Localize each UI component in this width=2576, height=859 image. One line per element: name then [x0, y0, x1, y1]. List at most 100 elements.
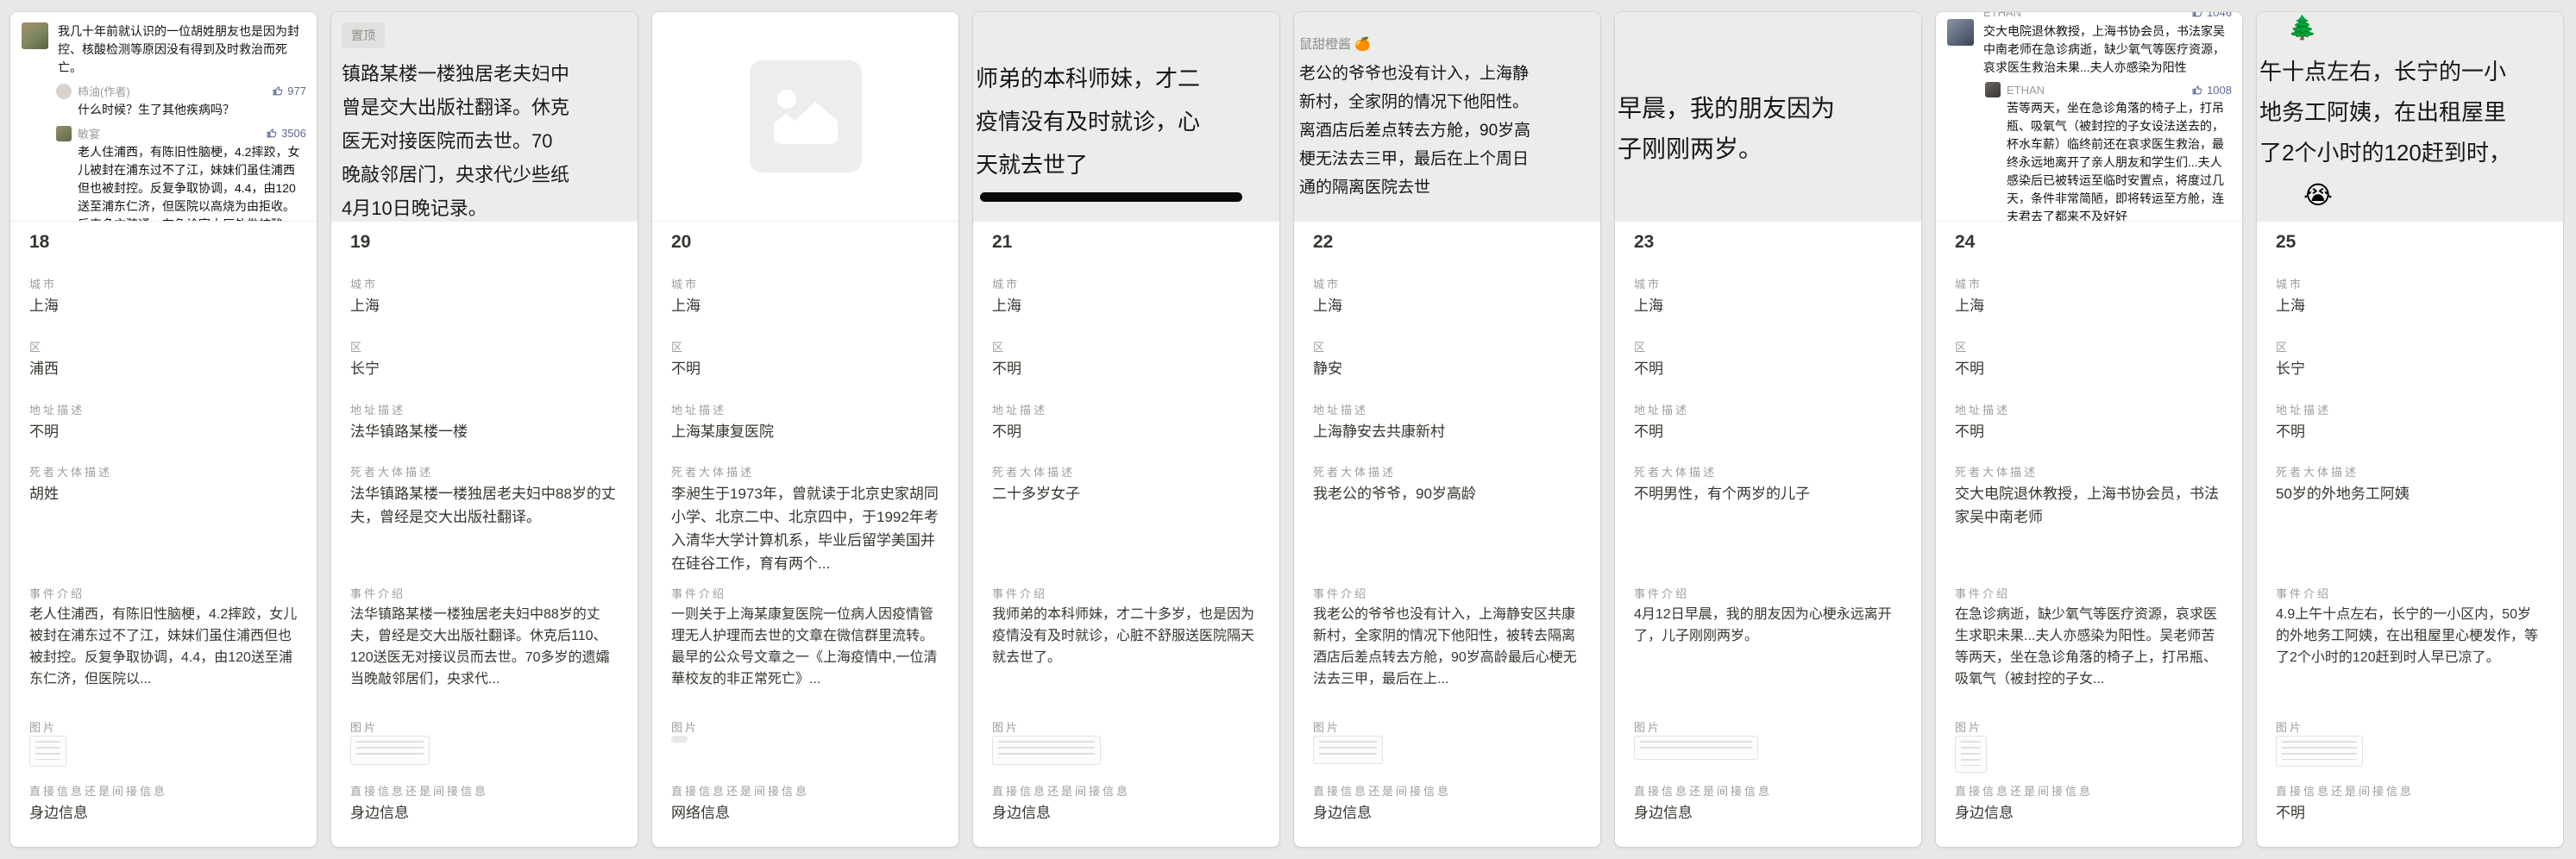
card-cover-screenshot: 早晨，我的朋友因为 子刚刚两岁。 — [1615, 12, 1921, 222]
property-value-event: 我老公的爷爷也没有计入，上海静安区共康新村，全家阴的情况下他阳性，被转去隔离酒店… — [1313, 604, 1581, 690]
property-label-deceased: 死者大体描述 — [29, 463, 298, 480]
card-body: 23 城市 上海 区 不明 地址描述 不明 死者大体描述 不明男性，有个两岁的儿… — [1615, 222, 1921, 845]
property-label-direct: 直接信息还是间接信息 — [350, 782, 619, 799]
property-value-deceased: 不明男性，有个两岁的儿子 — [1634, 482, 1902, 505]
thumbs-up-icon — [267, 128, 278, 139]
gallery-card-18[interactable]: 我几十年前就认识的一位胡姓朋友也是因为封控、核酸检测等原因没有得到及时救治而死亡… — [10, 12, 317, 847]
card-body: 21 城市 上海 区 不明 地址描述 不明 死者大体描述 二十多岁女子 事件介绍… — [973, 222, 1279, 845]
property-value-address: 上海静安去共康新村 — [1313, 420, 1581, 443]
gallery-card-20[interactable]: 20 城市 上海 区 不明 地址描述 上海某康复医院 死者大体描述 李昶生于19… — [652, 12, 958, 847]
property-value-address: 不明 — [992, 420, 1260, 443]
like-count: 3506 — [267, 127, 306, 140]
property-value-city: 上海 — [1634, 294, 1902, 317]
property-label-event: 事件介绍 — [1313, 585, 1581, 601]
property-value-city: 上海 — [992, 294, 1260, 317]
property-label-address: 地址描述 — [1955, 401, 2223, 417]
property-value-direct: 网络信息 — [671, 801, 939, 825]
property-label-event: 事件介绍 — [350, 585, 619, 601]
attachment-thumbnail — [1955, 736, 1987, 773]
gallery-card-21[interactable]: 师弟的本科师妹，才二 疫情没有及时就诊，心 天就去世了 21 城市 上海 区 不… — [973, 12, 1279, 847]
attachment-thumbnail — [1313, 736, 1383, 764]
card-cover-screenshot: ETHAN 1046 交大电院退休教授，上海书协会员，书法家吴中南老师在急诊病逝… — [1936, 12, 2242, 222]
property-label-city: 城市 — [1313, 275, 1581, 292]
card-cover-screenshot: 🌲 午十点左右，长宁的一小 地务工阿姨，在出租屋里 了2个小时的120赶到时， … — [2257, 12, 2563, 222]
card-cover-screenshot: 鼠甜橙酱 🍊 老公的爷爷也没有计入，上海静 新村，全家阴的情况下他阳性。 离酒店… — [1294, 12, 1600, 222]
card-body: 20 城市 上海 区 不明 地址描述 上海某康复医院 死者大体描述 李昶生于19… — [652, 222, 958, 845]
property-value-deceased: 50岁的外地务工阿姨 — [2276, 482, 2544, 505]
property-label-image: 图片 — [350, 718, 619, 735]
thumbs-up-icon — [2192, 12, 2203, 18]
property-value-deceased: 二十多岁女子 — [992, 482, 1260, 505]
comment-text: 老人住浦西，有陈旧性脑梗，4.2摔跤，女儿被封在浦东过不了江，妹妹们虽住浦西但也… — [78, 143, 306, 222]
gallery-card-22[interactable]: 鼠甜橙酱 🍊 老公的爷爷也没有计入，上海静 新村，全家阴的情况下他阳性。 离酒店… — [1294, 12, 1600, 847]
property-value-address: 上海某康复医院 — [671, 420, 939, 443]
property-label-event: 事件介绍 — [1634, 585, 1902, 601]
comment-text: 苦等两天，坐在急诊角落的椅子上，打吊瓶、吸氧气（被封控的子女设法送去的，杯水车薪… — [2007, 99, 2232, 222]
property-value-district: 静安 — [1313, 357, 1581, 380]
property-value-address: 法华镇路某楼一楼 — [350, 420, 619, 443]
property-value-city: 上海 — [2276, 294, 2544, 317]
property-label-district: 区 — [1634, 338, 1902, 354]
gallery-card-19[interactable]: 置顶 镇路某楼一楼独居老夫妇中 曾是交大出版社翻译。休克 医无对接医院而去世。7… — [331, 12, 638, 847]
card-cover-placeholder — [652, 12, 958, 222]
property-label-direct: 直接信息还是间接信息 — [2276, 782, 2544, 799]
property-label-deceased: 死者大体描述 — [671, 463, 939, 480]
property-value-deceased: 法华镇路某楼一楼独居老夫妇中88岁的丈夫，曾经是交大出版社翻译。 — [350, 482, 619, 529]
property-label-direct: 直接信息还是间接信息 — [1955, 782, 2223, 799]
property-value-city: 上海 — [1313, 294, 1581, 317]
screenshot-text: 镇路某楼一楼独居老夫妇中 曾是交大出版社翻译。休克 医无对接医院而去世。70 晚… — [342, 57, 638, 222]
property-value-deceased: 胡姓 — [29, 482, 298, 505]
property-label-image: 图片 — [992, 718, 1260, 735]
property-label-deceased: 死者大体描述 — [1955, 463, 2223, 480]
property-label-direct: 直接信息还是间接信息 — [671, 782, 939, 799]
property-label-image: 图片 — [2276, 718, 2544, 735]
property-label-deceased: 死者大体描述 — [992, 463, 1260, 480]
property-value-direct: 身边信息 — [1634, 801, 1902, 825]
property-value-city: 上海 — [350, 294, 619, 317]
property-value-event: 在急诊病逝，缺少氧气等医疗资源，哀求医生求职未果...夫人亦感染为阳性。吴老师苦… — [1955, 604, 2223, 690]
attachment-thumbnail — [1634, 736, 1758, 760]
wechat-post: ETHAN 1046 交大电院退休教授，上海书协会员，书法家吴中南老师在急诊病逝… — [1947, 12, 2232, 77]
property-value-district: 长宁 — [350, 357, 619, 380]
property-label-direct: 直接信息还是间接信息 — [992, 782, 1260, 799]
property-label-event: 事件介绍 — [2276, 585, 2544, 601]
attachment-thumbnail — [992, 736, 1101, 765]
property-label-city: 城市 — [29, 275, 298, 292]
property-value-direct: 不明 — [2276, 801, 2544, 825]
property-label-direct: 直接信息还是间接信息 — [1313, 782, 1581, 799]
property-value-deceased: 交大电院退休教授，上海书协会员，书法家吴中南老师 — [1955, 482, 2223, 529]
gallery-card-24[interactable]: ETHAN 1046 交大电院退休教授，上海书协会员，书法家吴中南老师在急诊病逝… — [1936, 12, 2242, 847]
property-label-direct: 直接信息还是间接信息 — [1634, 782, 1902, 799]
commenter-name: 敏宴 — [78, 125, 100, 141]
property-value-event: 我师弟的本科师妹，才二十多岁，也是因为疫情没有及时就诊，心脏不舒服送医院隔天就去… — [992, 604, 1260, 668]
gallery-card-23[interactable]: 早晨，我的朋友因为 子刚刚两岁。 23 城市 上海 区 不明 地址描述 不明 死… — [1615, 12, 1921, 847]
property-label-district: 区 — [1955, 338, 2223, 354]
card-cover-screenshot: 师弟的本科师妹，才二 疫情没有及时就诊，心 天就去世了 — [973, 12, 1279, 222]
property-value-city: 上海 — [671, 294, 939, 317]
property-label-address: 地址描述 — [2276, 401, 2544, 417]
property-value-district: 不明 — [992, 357, 1260, 380]
comment: 敏宴 3506 老人住浦西，有陈旧性脑梗，4.2摔跤，女儿被封在浦东过不了江，妹… — [56, 125, 306, 222]
property-value-direct: 身边信息 — [350, 801, 619, 825]
property-value-event: 4月12日早晨，我的朋友因为心梗永远离开了，儿子刚刚两岁。 — [1634, 604, 1902, 647]
gallery-card-25[interactable]: 🌲 午十点左右，长宁的一小 地务工阿姨，在出租屋里 了2个小时的120赶到时， … — [2257, 12, 2563, 847]
card-title: 24 — [1955, 232, 1975, 253]
property-value-direct: 身边信息 — [992, 801, 1260, 825]
commenter-name: 柿油(作者) — [78, 83, 130, 99]
property-value-event: 4.9上午十点左右，长宁的一小区内，50岁的外地务工阿姨，在出租屋里心梗发作，等… — [2276, 604, 2544, 668]
property-value-address: 不明 — [2276, 420, 2544, 443]
post-text: 交大电院退休教授，上海书协会员，书法家吴中南老师在急诊病逝，缺少氧气等医疗资源，… — [1983, 22, 2232, 77]
like-count: 1046 — [2192, 12, 2232, 19]
property-label-district: 区 — [671, 338, 939, 354]
attachment-thumbnail — [2276, 736, 2363, 767]
property-label-address: 地址描述 — [1313, 401, 1581, 417]
property-label-district: 区 — [350, 338, 619, 354]
property-label-direct: 直接信息还是间接信息 — [29, 782, 298, 799]
property-label-city: 城市 — [350, 275, 619, 292]
property-value-address: 不明 — [1634, 420, 1902, 443]
black-redaction-bar — [980, 192, 1242, 202]
property-value-district: 长宁 — [2276, 357, 2544, 380]
attachment-thumbnail — [671, 736, 688, 743]
property-value-district: 不明 — [1634, 357, 1902, 380]
screenshot-text: 师弟的本科师妹，才二 疫情没有及时就诊，心 天就去世了 — [982, 57, 1279, 186]
